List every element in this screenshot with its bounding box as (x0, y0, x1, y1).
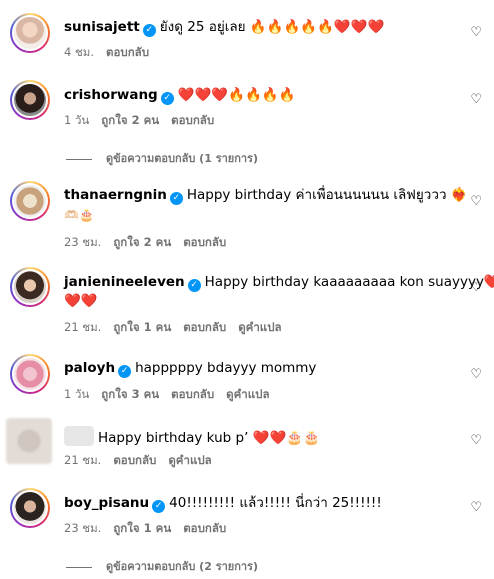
replies-divider (66, 566, 92, 568)
verified-badge-icon: ✓ (152, 500, 166, 513)
blurred-username (64, 426, 94, 446)
comment-text: Happy birthday ค่าเพื่อนนนนนน เลิฟยูววว … (186, 187, 468, 203)
comment-text: Happy birthday kaaaaaaaaa kon suayyyy❤️ (204, 274, 494, 290)
comment-time[interactable]: 1 วัน (64, 113, 89, 127)
verified-badge-icon: ✓ (142, 24, 156, 37)
reply-button[interactable]: ตอบกลับ (183, 521, 226, 535)
likes-count[interactable]: ถูกใจ 1 คน (113, 320, 171, 334)
comment-text-continued: ❤️❤️ (64, 293, 98, 309)
reply-button[interactable]: ตอบกลับ (113, 453, 156, 467)
comment-username[interactable]: sunisajett (64, 19, 140, 35)
comment-time[interactable]: 21 ชม. (64, 453, 101, 467)
comment-username[interactable]: crishorwang (64, 87, 158, 103)
reply-button[interactable]: ตอบกลับ (171, 113, 214, 127)
translate-button[interactable]: ดูคำแปล (168, 453, 211, 467)
comment-username[interactable]: paloyh (64, 360, 115, 376)
avatar[interactable] (10, 181, 50, 221)
translate-button[interactable]: ดูคำแปล (238, 320, 281, 334)
heart-outline-icon[interactable]: ♡ (470, 93, 482, 107)
likes-count[interactable]: ถูกใจ 1 คน (113, 521, 171, 535)
view-replies-button[interactable]: ดูข้อความตอบกลับ (1 รายการ) (66, 149, 258, 167)
heart-outline-icon[interactable]: ♡ (470, 281, 482, 295)
avatar[interactable] (10, 488, 50, 528)
heart-outline-icon[interactable]: ♡ (470, 434, 482, 448)
replies-divider (66, 158, 92, 160)
view-replies-button[interactable]: ดูข้อความตอบกลับ (2 รายการ) (66, 557, 258, 575)
heart-outline-icon[interactable]: ♡ (470, 195, 482, 209)
comment-time[interactable]: 23 ชม. (64, 235, 101, 249)
comment-username[interactable]: janienineeleven (64, 274, 185, 290)
verified-badge-icon: ✓ (160, 92, 174, 105)
heart-outline-icon[interactable]: ♡ (470, 26, 482, 40)
comment-text-continued: 🫶🏻🎂 (64, 208, 94, 222)
verified-badge-icon: ✓ (118, 365, 132, 378)
comment-text: 40!!!!!!!!! แล้ว!!!!! นี่กว่า 25!!!!!! (169, 495, 382, 511)
reply-button[interactable]: ตอบกลับ (106, 45, 149, 59)
likes-count[interactable]: ถูกใจ 2 คน (101, 113, 159, 127)
comment-text: ยังดู 25 อยู่เลย 🔥🔥🔥🔥🔥❤️❤️❤️ (159, 19, 385, 35)
reply-button[interactable]: ตอบกลับ (183, 320, 226, 334)
comment-text: ❤️❤️❤️🔥🔥🔥🔥 (177, 87, 296, 103)
verified-badge-icon: ✓ (187, 279, 201, 292)
view-replies-label: ดูข้อความตอบกลับ (2 รายการ) (106, 560, 258, 573)
likes-count[interactable]: ถูกใจ 2 คน (113, 235, 171, 249)
comment-time[interactable]: 4 ชม. (64, 45, 94, 59)
avatar[interactable] (10, 354, 50, 394)
likes-count[interactable]: ถูกใจ 3 คน (101, 387, 159, 401)
view-replies-label: ดูข้อความตอบกลับ (1 รายการ) (106, 152, 258, 165)
comment-time[interactable]: 21 ชม. (64, 320, 101, 334)
avatar[interactable] (10, 267, 50, 307)
avatar[interactable] (6, 418, 52, 464)
comment-time[interactable]: 23 ชม. (64, 521, 101, 535)
comment-time[interactable]: 1 วัน (64, 387, 89, 401)
heart-outline-icon[interactable]: ♡ (470, 368, 482, 382)
comment-text: happpppy bdayyy mommy (135, 360, 317, 376)
reply-button[interactable]: ตอบกลับ (171, 387, 214, 401)
translate-button[interactable]: ดูคำแปล (226, 387, 269, 401)
heart-outline-icon[interactable]: ♡ (470, 501, 482, 515)
comment-text: Happy birthday kub p’ ❤️❤️🎂🎂 (98, 430, 320, 446)
avatar[interactable] (10, 13, 50, 53)
comment-username[interactable]: boy_pisanu (64, 495, 149, 511)
verified-badge-icon: ✓ (169, 192, 183, 205)
comment-username[interactable]: thanaerngnin (64, 187, 167, 203)
avatar[interactable] (10, 80, 50, 120)
reply-button[interactable]: ตอบกลับ (183, 235, 226, 249)
